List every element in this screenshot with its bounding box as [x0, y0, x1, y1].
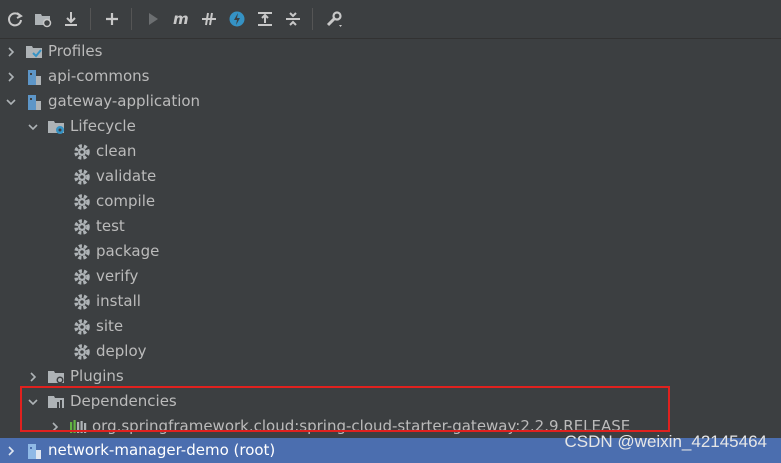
lifecycle-goal-test[interactable]: test [0, 214, 781, 239]
tree-item-label: Lifecycle [70, 117, 136, 135]
maven-module-icon [24, 67, 44, 87]
maven-projects-tree: Profiles api-commons gateway-application… [0, 39, 781, 463]
lifecycle-goal-compile[interactable]: compile [0, 189, 781, 214]
gear-icon [72, 142, 92, 162]
maven-toolbar: m [0, 0, 781, 39]
lifecycle-goal-verify[interactable]: verify [0, 264, 781, 289]
chevron-down-icon[interactable] [26, 395, 40, 409]
lifecycle-goal-deploy[interactable]: deploy [0, 339, 781, 364]
lifecycle-goal-install[interactable]: install [0, 289, 781, 314]
maven-module-icon [24, 92, 44, 112]
maven-goal-icon[interactable]: m [168, 6, 194, 32]
gear-icon [72, 342, 92, 362]
toolbar-separator [90, 8, 91, 30]
goal-label: site [96, 317, 124, 335]
run-icon[interactable] [140, 6, 166, 32]
lifecycle-goal-validate[interactable]: validate [0, 164, 781, 189]
profiles-folder-icon [24, 42, 44, 62]
dependencies-folder-icon [46, 392, 66, 412]
collapse-all-icon[interactable] [280, 6, 306, 32]
tree-item-label: network-manager-demo (root) [48, 441, 276, 459]
svg-text:m: m [173, 10, 189, 28]
goal-label: deploy [96, 342, 147, 360]
tree-item-api-commons[interactable]: api-commons [0, 64, 781, 89]
skip-tests-icon[interactable] [224, 6, 250, 32]
toggle-offline-icon[interactable] [196, 6, 222, 32]
chevron-right-icon[interactable] [4, 45, 18, 59]
plus-icon[interactable] [99, 6, 125, 32]
dependency-label: org.springframework.cloud:spring-cloud-s… [92, 417, 631, 435]
tree-item-label: Profiles [48, 42, 103, 60]
toolbar-separator [312, 8, 313, 30]
gear-icon [72, 192, 92, 212]
goal-label: test [96, 217, 125, 235]
tree-item-label: Dependencies [70, 392, 177, 410]
chevron-right-icon[interactable] [4, 70, 18, 84]
tree-item-dependencies[interactable]: Dependencies [0, 389, 781, 414]
add-project-icon[interactable] [30, 6, 56, 32]
chevron-right-icon[interactable] [48, 420, 62, 434]
toolbar-separator [131, 8, 132, 30]
gear-icon [72, 217, 92, 237]
watermark: CSDN @weixin_42145464 [564, 432, 767, 451]
library-icon [68, 417, 88, 437]
refresh-icon[interactable] [2, 6, 28, 32]
lifecycle-goal-site[interactable]: site [0, 314, 781, 339]
lifecycle-goal-clean[interactable]: clean [0, 139, 781, 164]
lifecycle-goal-package[interactable]: package [0, 239, 781, 264]
goal-label: install [96, 292, 141, 310]
chevron-down-icon[interactable] [26, 120, 40, 134]
chevron-down-icon[interactable] [4, 95, 18, 109]
show-dependencies-icon[interactable] [252, 6, 278, 32]
gear-icon [72, 292, 92, 312]
chevron-right-icon[interactable] [4, 444, 18, 458]
tree-item-profiles[interactable]: Profiles [0, 39, 781, 64]
goal-label: validate [96, 167, 157, 185]
lifecycle-folder-icon [46, 117, 66, 137]
tree-item-label: api-commons [48, 67, 150, 85]
download-icon[interactable] [58, 6, 84, 32]
gear-icon [72, 317, 92, 337]
goal-label: clean [96, 142, 137, 160]
goal-label: verify [96, 267, 139, 285]
tree-item-lifecycle[interactable]: Lifecycle [0, 114, 781, 139]
tree-item-gateway-application[interactable]: gateway-application [0, 89, 781, 114]
chevron-right-icon[interactable] [26, 370, 40, 384]
maven-module-icon [24, 441, 44, 461]
goal-label: compile [96, 192, 156, 210]
gear-icon [72, 242, 92, 262]
goal-label: package [96, 242, 160, 260]
tree-item-label: gateway-application [48, 92, 201, 110]
settings-wrench-icon[interactable] [321, 6, 347, 32]
tree-item-plugins[interactable]: Plugins [0, 364, 781, 389]
plugins-folder-icon [46, 367, 66, 387]
gear-icon [72, 167, 92, 187]
tree-item-label: Plugins [70, 367, 124, 385]
gear-icon [72, 267, 92, 287]
